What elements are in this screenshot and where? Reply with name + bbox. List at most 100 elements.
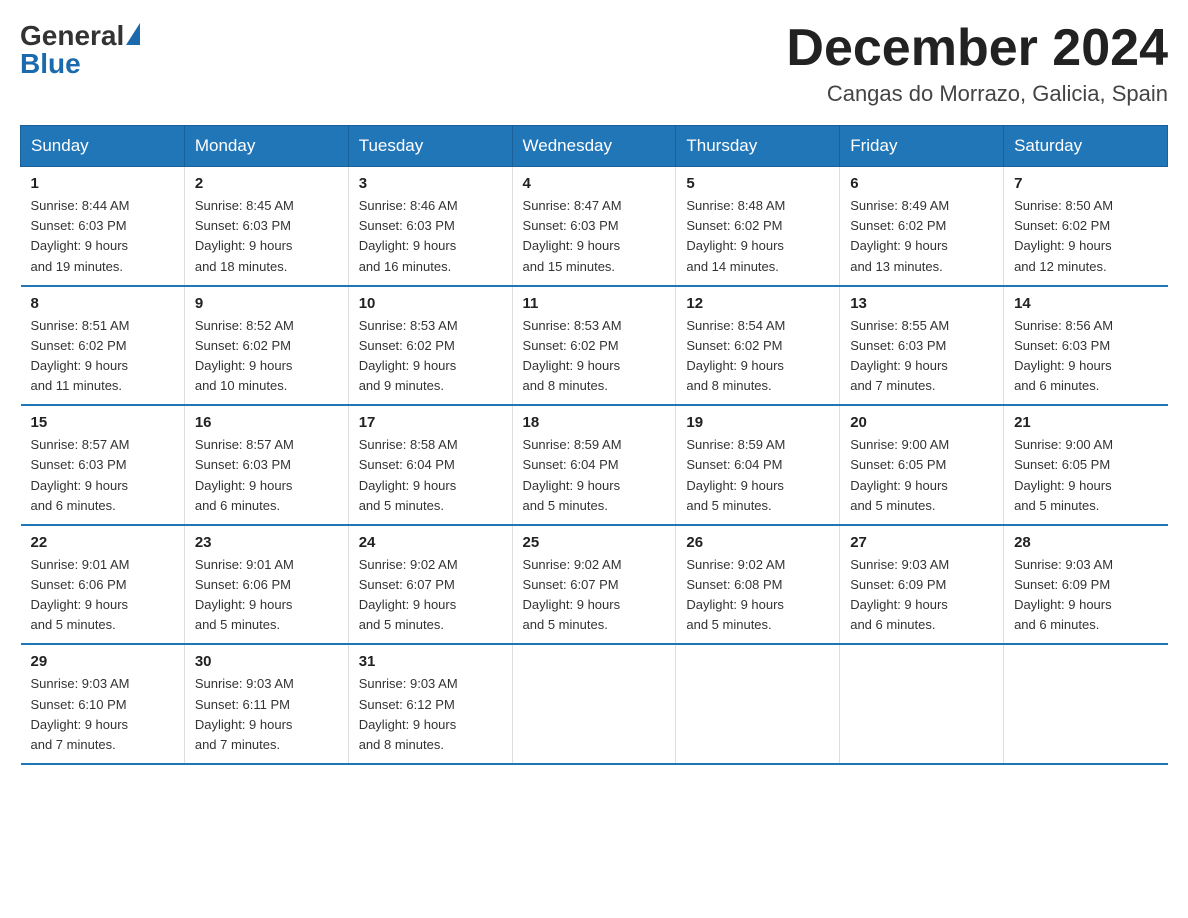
header-row: SundayMondayTuesdayWednesdayThursdayFrid… <box>21 126 1168 167</box>
calendar-cell <box>676 644 840 764</box>
day-info: Sunrise: 8:57 AMSunset: 6:03 PMDaylight:… <box>31 437 130 512</box>
calendar-table: SundayMondayTuesdayWednesdayThursdayFrid… <box>20 125 1168 765</box>
header-day-saturday: Saturday <box>1004 126 1168 167</box>
calendar-cell: 15 Sunrise: 8:57 AMSunset: 6:03 PMDaylig… <box>21 405 185 525</box>
calendar-cell: 26 Sunrise: 9:02 AMSunset: 6:08 PMDaylig… <box>676 525 840 645</box>
day-info: Sunrise: 8:58 AMSunset: 6:04 PMDaylight:… <box>359 437 458 512</box>
day-number: 16 <box>195 414 338 431</box>
week-row-0: 1 Sunrise: 8:44 AMSunset: 6:03 PMDayligh… <box>21 167 1168 286</box>
day-info: Sunrise: 8:59 AMSunset: 6:04 PMDaylight:… <box>686 437 785 512</box>
calendar-cell: 1 Sunrise: 8:44 AMSunset: 6:03 PMDayligh… <box>21 167 185 286</box>
day-number: 6 <box>850 175 993 192</box>
calendar-cell: 9 Sunrise: 8:52 AMSunset: 6:02 PMDayligh… <box>184 286 348 406</box>
day-number: 20 <box>850 414 993 431</box>
day-number: 12 <box>686 295 829 312</box>
calendar-cell: 19 Sunrise: 8:59 AMSunset: 6:04 PMDaylig… <box>676 405 840 525</box>
week-row-3: 22 Sunrise: 9:01 AMSunset: 6:06 PMDaylig… <box>21 525 1168 645</box>
logo: General Blue <box>20 20 140 80</box>
day-info: Sunrise: 9:00 AMSunset: 6:05 PMDaylight:… <box>1014 437 1113 512</box>
day-number: 13 <box>850 295 993 312</box>
week-row-2: 15 Sunrise: 8:57 AMSunset: 6:03 PMDaylig… <box>21 405 1168 525</box>
day-info: Sunrise: 8:49 AMSunset: 6:02 PMDaylight:… <box>850 198 949 273</box>
day-info: Sunrise: 8:44 AMSunset: 6:03 PMDaylight:… <box>31 198 130 273</box>
day-info: Sunrise: 9:02 AMSunset: 6:07 PMDaylight:… <box>359 557 458 632</box>
calendar-cell: 7 Sunrise: 8:50 AMSunset: 6:02 PMDayligh… <box>1004 167 1168 286</box>
calendar-cell: 18 Sunrise: 8:59 AMSunset: 6:04 PMDaylig… <box>512 405 676 525</box>
day-number: 27 <box>850 534 993 551</box>
day-number: 18 <box>523 414 666 431</box>
day-info: Sunrise: 8:56 AMSunset: 6:03 PMDaylight:… <box>1014 318 1113 393</box>
calendar-cell: 14 Sunrise: 8:56 AMSunset: 6:03 PMDaylig… <box>1004 286 1168 406</box>
day-info: Sunrise: 9:03 AMSunset: 6:11 PMDaylight:… <box>195 676 294 751</box>
day-info: Sunrise: 8:57 AMSunset: 6:03 PMDaylight:… <box>195 437 294 512</box>
day-number: 2 <box>195 175 338 192</box>
calendar-cell: 31 Sunrise: 9:03 AMSunset: 6:12 PMDaylig… <box>348 644 512 764</box>
calendar-cell <box>1004 644 1168 764</box>
day-info: Sunrise: 8:55 AMSunset: 6:03 PMDaylight:… <box>850 318 949 393</box>
day-info: Sunrise: 8:46 AMSunset: 6:03 PMDaylight:… <box>359 198 458 273</box>
day-number: 5 <box>686 175 829 192</box>
day-number: 17 <box>359 414 502 431</box>
day-info: Sunrise: 8:51 AMSunset: 6:02 PMDaylight:… <box>31 318 130 393</box>
header-day-thursday: Thursday <box>676 126 840 167</box>
day-number: 10 <box>359 295 502 312</box>
page-header: General Blue December 2024 Cangas do Mor… <box>20 20 1168 107</box>
day-number: 23 <box>195 534 338 551</box>
calendar-cell: 3 Sunrise: 8:46 AMSunset: 6:03 PMDayligh… <box>348 167 512 286</box>
day-info: Sunrise: 8:53 AMSunset: 6:02 PMDaylight:… <box>523 318 622 393</box>
day-info: Sunrise: 8:53 AMSunset: 6:02 PMDaylight:… <box>359 318 458 393</box>
calendar-cell: 28 Sunrise: 9:03 AMSunset: 6:09 PMDaylig… <box>1004 525 1168 645</box>
logo-triangle-icon <box>126 23 140 45</box>
day-number: 26 <box>686 534 829 551</box>
week-row-4: 29 Sunrise: 9:03 AMSunset: 6:10 PMDaylig… <box>21 644 1168 764</box>
calendar-cell: 16 Sunrise: 8:57 AMSunset: 6:03 PMDaylig… <box>184 405 348 525</box>
day-info: Sunrise: 9:00 AMSunset: 6:05 PMDaylight:… <box>850 437 949 512</box>
calendar-header: SundayMondayTuesdayWednesdayThursdayFrid… <box>21 126 1168 167</box>
day-number: 22 <box>31 534 174 551</box>
title-area: December 2024 Cangas do Morrazo, Galicia… <box>786 20 1168 107</box>
logo-blue-text: Blue <box>20 48 140 80</box>
day-number: 4 <box>523 175 666 192</box>
day-info: Sunrise: 8:50 AMSunset: 6:02 PMDaylight:… <box>1014 198 1113 273</box>
day-number: 30 <box>195 653 338 670</box>
calendar-cell: 29 Sunrise: 9:03 AMSunset: 6:10 PMDaylig… <box>21 644 185 764</box>
calendar-cell <box>512 644 676 764</box>
header-day-friday: Friday <box>840 126 1004 167</box>
calendar-cell: 23 Sunrise: 9:01 AMSunset: 6:06 PMDaylig… <box>184 525 348 645</box>
day-info: Sunrise: 8:45 AMSunset: 6:03 PMDaylight:… <box>195 198 294 273</box>
header-day-monday: Monday <box>184 126 348 167</box>
day-info: Sunrise: 8:52 AMSunset: 6:02 PMDaylight:… <box>195 318 294 393</box>
calendar-cell: 2 Sunrise: 8:45 AMSunset: 6:03 PMDayligh… <box>184 167 348 286</box>
week-row-1: 8 Sunrise: 8:51 AMSunset: 6:02 PMDayligh… <box>21 286 1168 406</box>
main-title: December 2024 <box>786 20 1168 77</box>
day-info: Sunrise: 9:01 AMSunset: 6:06 PMDaylight:… <box>195 557 294 632</box>
day-number: 28 <box>1014 534 1157 551</box>
subtitle: Cangas do Morrazo, Galicia, Spain <box>786 81 1168 107</box>
day-number: 1 <box>31 175 174 192</box>
day-number: 29 <box>31 653 174 670</box>
calendar-cell <box>840 644 1004 764</box>
day-number: 19 <box>686 414 829 431</box>
calendar-cell: 6 Sunrise: 8:49 AMSunset: 6:02 PMDayligh… <box>840 167 1004 286</box>
day-number: 31 <box>359 653 502 670</box>
day-info: Sunrise: 8:59 AMSunset: 6:04 PMDaylight:… <box>523 437 622 512</box>
day-number: 7 <box>1014 175 1157 192</box>
day-number: 21 <box>1014 414 1157 431</box>
calendar-cell: 10 Sunrise: 8:53 AMSunset: 6:02 PMDaylig… <box>348 286 512 406</box>
day-info: Sunrise: 8:48 AMSunset: 6:02 PMDaylight:… <box>686 198 785 273</box>
calendar-cell: 11 Sunrise: 8:53 AMSunset: 6:02 PMDaylig… <box>512 286 676 406</box>
calendar-cell: 21 Sunrise: 9:00 AMSunset: 6:05 PMDaylig… <box>1004 405 1168 525</box>
calendar-cell: 12 Sunrise: 8:54 AMSunset: 6:02 PMDaylig… <box>676 286 840 406</box>
day-info: Sunrise: 9:03 AMSunset: 6:09 PMDaylight:… <box>1014 557 1113 632</box>
calendar-body: 1 Sunrise: 8:44 AMSunset: 6:03 PMDayligh… <box>21 167 1168 764</box>
day-info: Sunrise: 9:02 AMSunset: 6:08 PMDaylight:… <box>686 557 785 632</box>
calendar-cell: 13 Sunrise: 8:55 AMSunset: 6:03 PMDaylig… <box>840 286 1004 406</box>
calendar-cell: 25 Sunrise: 9:02 AMSunset: 6:07 PMDaylig… <box>512 525 676 645</box>
day-info: Sunrise: 9:03 AMSunset: 6:09 PMDaylight:… <box>850 557 949 632</box>
day-info: Sunrise: 9:03 AMSunset: 6:12 PMDaylight:… <box>359 676 458 751</box>
calendar-cell: 20 Sunrise: 9:00 AMSunset: 6:05 PMDaylig… <box>840 405 1004 525</box>
calendar-cell: 8 Sunrise: 8:51 AMSunset: 6:02 PMDayligh… <box>21 286 185 406</box>
day-info: Sunrise: 9:02 AMSunset: 6:07 PMDaylight:… <box>523 557 622 632</box>
day-number: 11 <box>523 295 666 312</box>
day-number: 9 <box>195 295 338 312</box>
